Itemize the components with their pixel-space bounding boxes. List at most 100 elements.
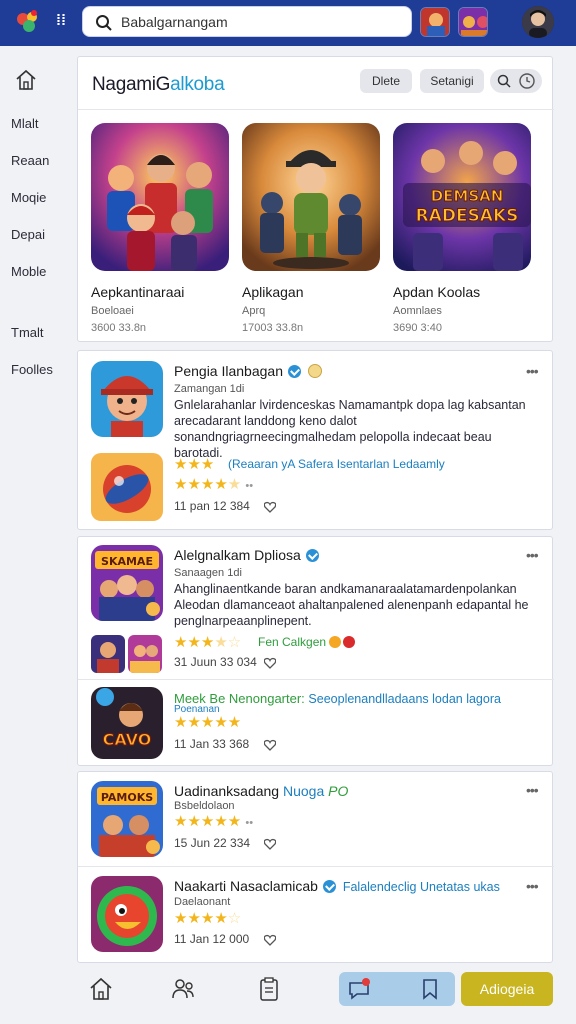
rating-stars: ★★★★★ — [174, 714, 242, 731]
app-icon-cavo[interactable]: CAVO — [91, 687, 163, 759]
users-icon[interactable] — [170, 976, 196, 1002]
sub-app-title[interactable]: Meek Be Nenongarter: Seeoplenandlladaans… — [174, 691, 501, 706]
review-date: 11 pan 12 384 — [174, 499, 250, 513]
review-link[interactable]: Fen Calkgen — [258, 635, 356, 649]
featured-card: NagamiGalkoba Dlete Setanigi Aepkantinar… — [77, 56, 554, 342]
more-options-icon[interactable]: ••• — [526, 782, 539, 798]
svg-text:SKAMAE: SKAMAE — [101, 555, 153, 568]
sidebar: Mlalt Reaan Moqie Depai Moble Tmalt Fool… — [0, 46, 72, 966]
heart-icon[interactable] — [264, 739, 276, 751]
review-date: 11 Jan 33 368 — [174, 737, 250, 751]
featured-item-2[interactable]: Aplikagan Aprq 17003 33.8n — [242, 123, 380, 334]
search-icon — [96, 15, 112, 31]
featured-item-meta: 3690 3:40 — [393, 322, 442, 334]
sidebar-item-4[interactable]: Depai — [11, 227, 45, 242]
heart-icon[interactable] — [264, 501, 276, 513]
more-options-icon[interactable]: ••• — [526, 363, 539, 379]
top-bar: ⁞⁞ — [0, 0, 576, 46]
recent-game-thumbnail-1[interactable] — [420, 7, 450, 37]
featured-item-name: Aepkantinaraai — [91, 284, 185, 300]
featured-item-meta: 3600 33.8n — [91, 322, 147, 334]
app-description: Ahanglinaentkande baran andkamanaraalata… — [174, 582, 529, 628]
app-icon-mini-1[interactable] — [91, 635, 125, 673]
review-link[interactable]: (Reaaran yA Safera Isentarlan Ledaamly — [228, 457, 445, 471]
sidebar-item-6[interactable]: Tmalt — [11, 325, 44, 340]
search-icon[interactable] — [496, 73, 512, 89]
app-subtitle: Sanaagen 1di — [174, 567, 242, 579]
heart-icon[interactable] — [264, 657, 276, 669]
sidebar-item-1[interactable]: Mlalt — [11, 116, 38, 131]
app-title[interactable]: Naakarti Nasaclamicab Falalendeclig Unet… — [174, 878, 500, 894]
divider — [78, 866, 554, 867]
app-icon-pirate[interactable] — [91, 361, 163, 437]
chat-icon — [349, 978, 370, 1000]
app-icon-ball[interactable] — [91, 453, 163, 521]
game-art-soldier[interactable] — [242, 123, 380, 271]
app-title[interactable]: Alelgnalkam Dpliosa — [174, 547, 319, 563]
review-card-2: SKAMAE Alelgnalkam Dpliosa Sanaagen 1di … — [77, 536, 554, 766]
review-date: 31 Juun 33 034 — [174, 655, 257, 669]
app-icon-mini-2[interactable] — [128, 635, 162, 673]
app-icon-bird[interactable] — [91, 876, 163, 952]
featured-item-1[interactable]: Aepkantinaraai Boeloaei 3600 33.8n — [91, 123, 229, 334]
rating-stars: ★★★★☆ — [174, 634, 242, 651]
rating-stars: ★★★★★ •• — [174, 476, 254, 493]
verified-icon — [288, 365, 301, 378]
sidebar-item-3[interactable]: Moqie — [11, 190, 46, 205]
more-options-icon[interactable]: ••• — [526, 878, 539, 894]
recent-game-thumbnail-2[interactable] — [458, 7, 488, 37]
rating-stars: ★★★★☆ — [174, 910, 242, 927]
coin-icon — [307, 364, 322, 378]
bookmark-icon — [423, 979, 437, 1000]
settings-button[interactable]: Setanigi — [420, 69, 484, 93]
app-description: Gnlelarahanlar lvirdenceskas Namamantpk … — [174, 398, 526, 460]
sidebar-item-5[interactable]: Moble — [11, 264, 46, 279]
app-icon-skamae[interactable]: SKAMAE — [91, 545, 163, 621]
featured-item-sub: Aprq — [242, 305, 266, 317]
review-card-3: PAMOKS Uadinanksadang Nuoga PO Bsbeldola… — [77, 771, 554, 963]
rating-stars: ★★★ — [174, 456, 215, 473]
featured-item-meta: 17003 33.8n — [242, 322, 304, 334]
home-icon[interactable] — [88, 976, 114, 1002]
review-card-1: Pengia Ilanbagan Zamangan 1di Gnlelaraha… — [77, 350, 553, 530]
svg-text:DEMSAN: DEMSAN — [431, 187, 504, 205]
primary-action-button[interactable]: Adiogeia — [461, 972, 553, 1006]
delete-button[interactable]: Dlete — [360, 69, 412, 93]
divider — [78, 109, 554, 110]
header-icon-group — [490, 69, 542, 93]
more-options-icon[interactable]: ••• — [526, 547, 539, 563]
refresh-icon[interactable] — [518, 72, 536, 90]
featured-item-3[interactable]: DEMSAN RADESAKS Apdan Koolas Aomnlaes 36… — [393, 123, 531, 334]
messages-button[interactable] — [339, 972, 455, 1006]
sidebar-item-2[interactable]: Reaan — [11, 153, 49, 168]
app-logo-icon[interactable] — [14, 8, 42, 36]
app-subtitle: Daelaonant — [174, 896, 231, 908]
search-input[interactable] — [121, 12, 401, 32]
bottom-nav: Adiogeia — [0, 966, 576, 1024]
game-art-radesaks[interactable]: DEMSAN RADESAKS — [393, 123, 531, 271]
featured-title: NagamiGalkoba — [92, 74, 225, 95]
verified-icon — [322, 880, 336, 893]
app-title[interactable]: Uadinanksadang Nuoga PO — [174, 783, 348, 799]
app-subtitle: Zamangan 1di — [174, 383, 245, 395]
app-icon-pamoks[interactable]: PAMOKS — [91, 781, 163, 857]
featured-item-name: Aplikagan — [242, 284, 304, 300]
review-date: 15 Jun 22 334 — [174, 836, 251, 850]
rating-stars: ★★★★★ •• — [174, 813, 254, 830]
featured-item-sub: Boeloaei — [91, 305, 134, 317]
heart-icon[interactable] — [264, 934, 276, 946]
verified-icon — [305, 549, 319, 562]
home-icon[interactable] — [14, 68, 38, 92]
review-date: 11 Jan 12 000 — [174, 932, 250, 946]
svg-text:CAVO: CAVO — [103, 730, 152, 749]
app-title[interactable]: Pengia Ilanbagan — [174, 363, 322, 379]
game-art-heroes[interactable] — [91, 123, 229, 271]
user-avatar[interactable] — [522, 6, 554, 38]
sidebar-item-7[interactable]: Foolles — [11, 362, 53, 377]
clipboard-icon[interactable] — [256, 976, 282, 1002]
search-bar[interactable] — [82, 6, 412, 37]
heart-icon[interactable] — [264, 838, 276, 850]
divider — [78, 679, 554, 680]
menu-grid-icon[interactable]: ⁞⁞ — [50, 10, 72, 32]
svg-text:PAMOKS: PAMOKS — [101, 791, 153, 804]
